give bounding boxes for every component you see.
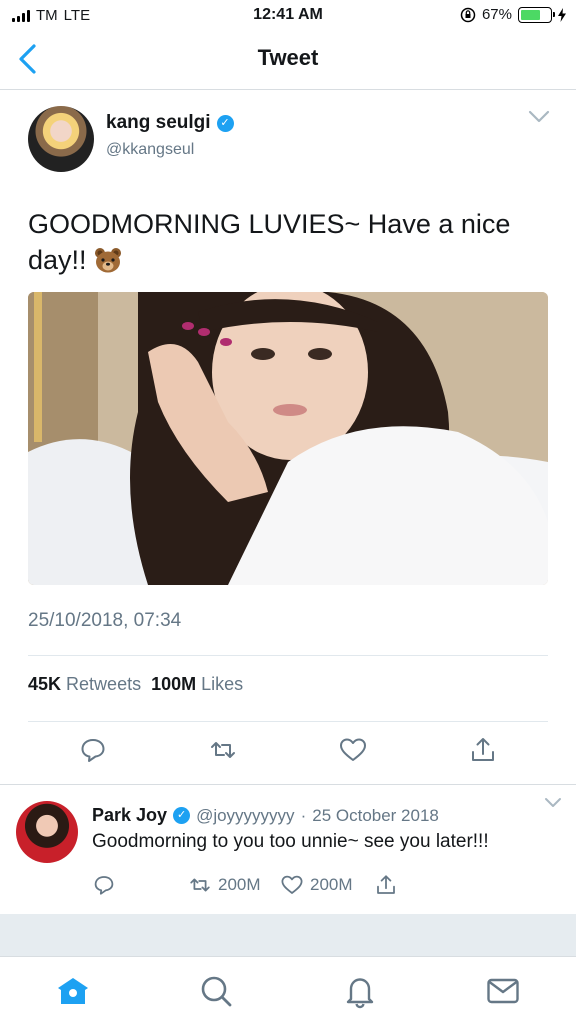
tweet-action-bar: [0, 735, 576, 785]
battery-percent: 67%: [481, 6, 512, 23]
author-name: kang seulgi: [106, 112, 211, 133]
author-handle[interactable]: @kkangseul: [106, 141, 194, 159]
home-icon[interactable]: [55, 973, 91, 1009]
verified-badge-icon: ✓: [216, 114, 234, 132]
retweets-stat[interactable]: 45K Retweets: [28, 674, 141, 695]
author-name-row[interactable]: kang seulgi ✓: [106, 112, 234, 134]
reply-likes-count: 200M: [310, 875, 353, 894]
heart-icon[interactable]: [338, 735, 368, 765]
reply-header: Park Joy ✓ @joyyyyyyyy · 25 October 2018: [92, 805, 439, 826]
reply-separator: ·: [300, 805, 307, 825]
selfie-photo: [28, 292, 548, 585]
page-title: Tweet: [257, 45, 319, 70]
reply-action-bar: 200M 200M: [92, 873, 552, 901]
tab-bar: [0, 956, 576, 1024]
reply-share-button[interactable]: [374, 873, 398, 897]
retweets-label: Retweets: [66, 674, 142, 694]
battery-icon: [518, 6, 555, 23]
divider: [28, 721, 548, 722]
reply-reply-button[interactable]: [92, 873, 116, 897]
search-icon[interactable]: [198, 973, 234, 1009]
heart-icon: [281, 875, 303, 894]
chevron-down-icon[interactable]: [528, 110, 550, 124]
tweet-photo[interactable]: [28, 292, 548, 585]
messages-icon[interactable]: [485, 973, 521, 1009]
tweet-timestamp: 25/10/2018, 07:34: [28, 610, 182, 631]
status-right: 67%: [460, 6, 566, 23]
share-icon[interactable]: [468, 735, 498, 765]
reply-retweets-count: 200M: [218, 875, 261, 894]
chevron-down-icon[interactable]: [544, 797, 562, 809]
orientation-lock-icon: [460, 7, 476, 22]
reply-icon: [94, 876, 114, 895]
verified-badge-icon: ✓: [173, 807, 191, 824]
likes-stat[interactable]: 100M Likes: [151, 674, 243, 695]
share-icon: [377, 875, 395, 894]
likes-label: Likes: [201, 674, 244, 694]
reply-text: Goodmorning to you too unnie~ see you la…: [92, 831, 489, 852]
timeline-background: [0, 914, 576, 956]
likes-count: 100M: [151, 674, 197, 694]
reply-date: 25 October 2018: [312, 805, 439, 825]
retweets-count: 45K: [28, 674, 62, 694]
tweet-stats: 45K Retweets 100M Likes: [28, 674, 243, 695]
nav-bar: Tweet: [0, 30, 576, 90]
retweet-icon: [190, 878, 210, 892]
reply-retweet-button[interactable]: 200M: [188, 873, 261, 897]
tweet-text: GOODMORNING LUVIES~ Have a nice day!!: [28, 206, 548, 278]
status-bar: TM LTE 12:41 AM 67%: [0, 0, 576, 30]
bear-face-icon: [95, 248, 122, 273]
author-avatar[interactable]: [28, 106, 94, 172]
retweet-icon[interactable]: [208, 735, 238, 765]
notifications-icon[interactable]: [342, 973, 378, 1009]
reply-author-name[interactable]: Park Joy: [92, 805, 167, 826]
reply-author-avatar[interactable]: [16, 801, 78, 863]
charging-icon: [558, 7, 566, 22]
reply-icon[interactable]: [78, 735, 108, 765]
reply-handle: @joyyyyyyyy: [196, 805, 295, 825]
divider: [28, 655, 548, 656]
reply-tweet[interactable]: Park Joy ✓ @joyyyyyyyy · 25 October 2018…: [0, 784, 576, 914]
reply-like-button[interactable]: 200M: [280, 873, 353, 897]
